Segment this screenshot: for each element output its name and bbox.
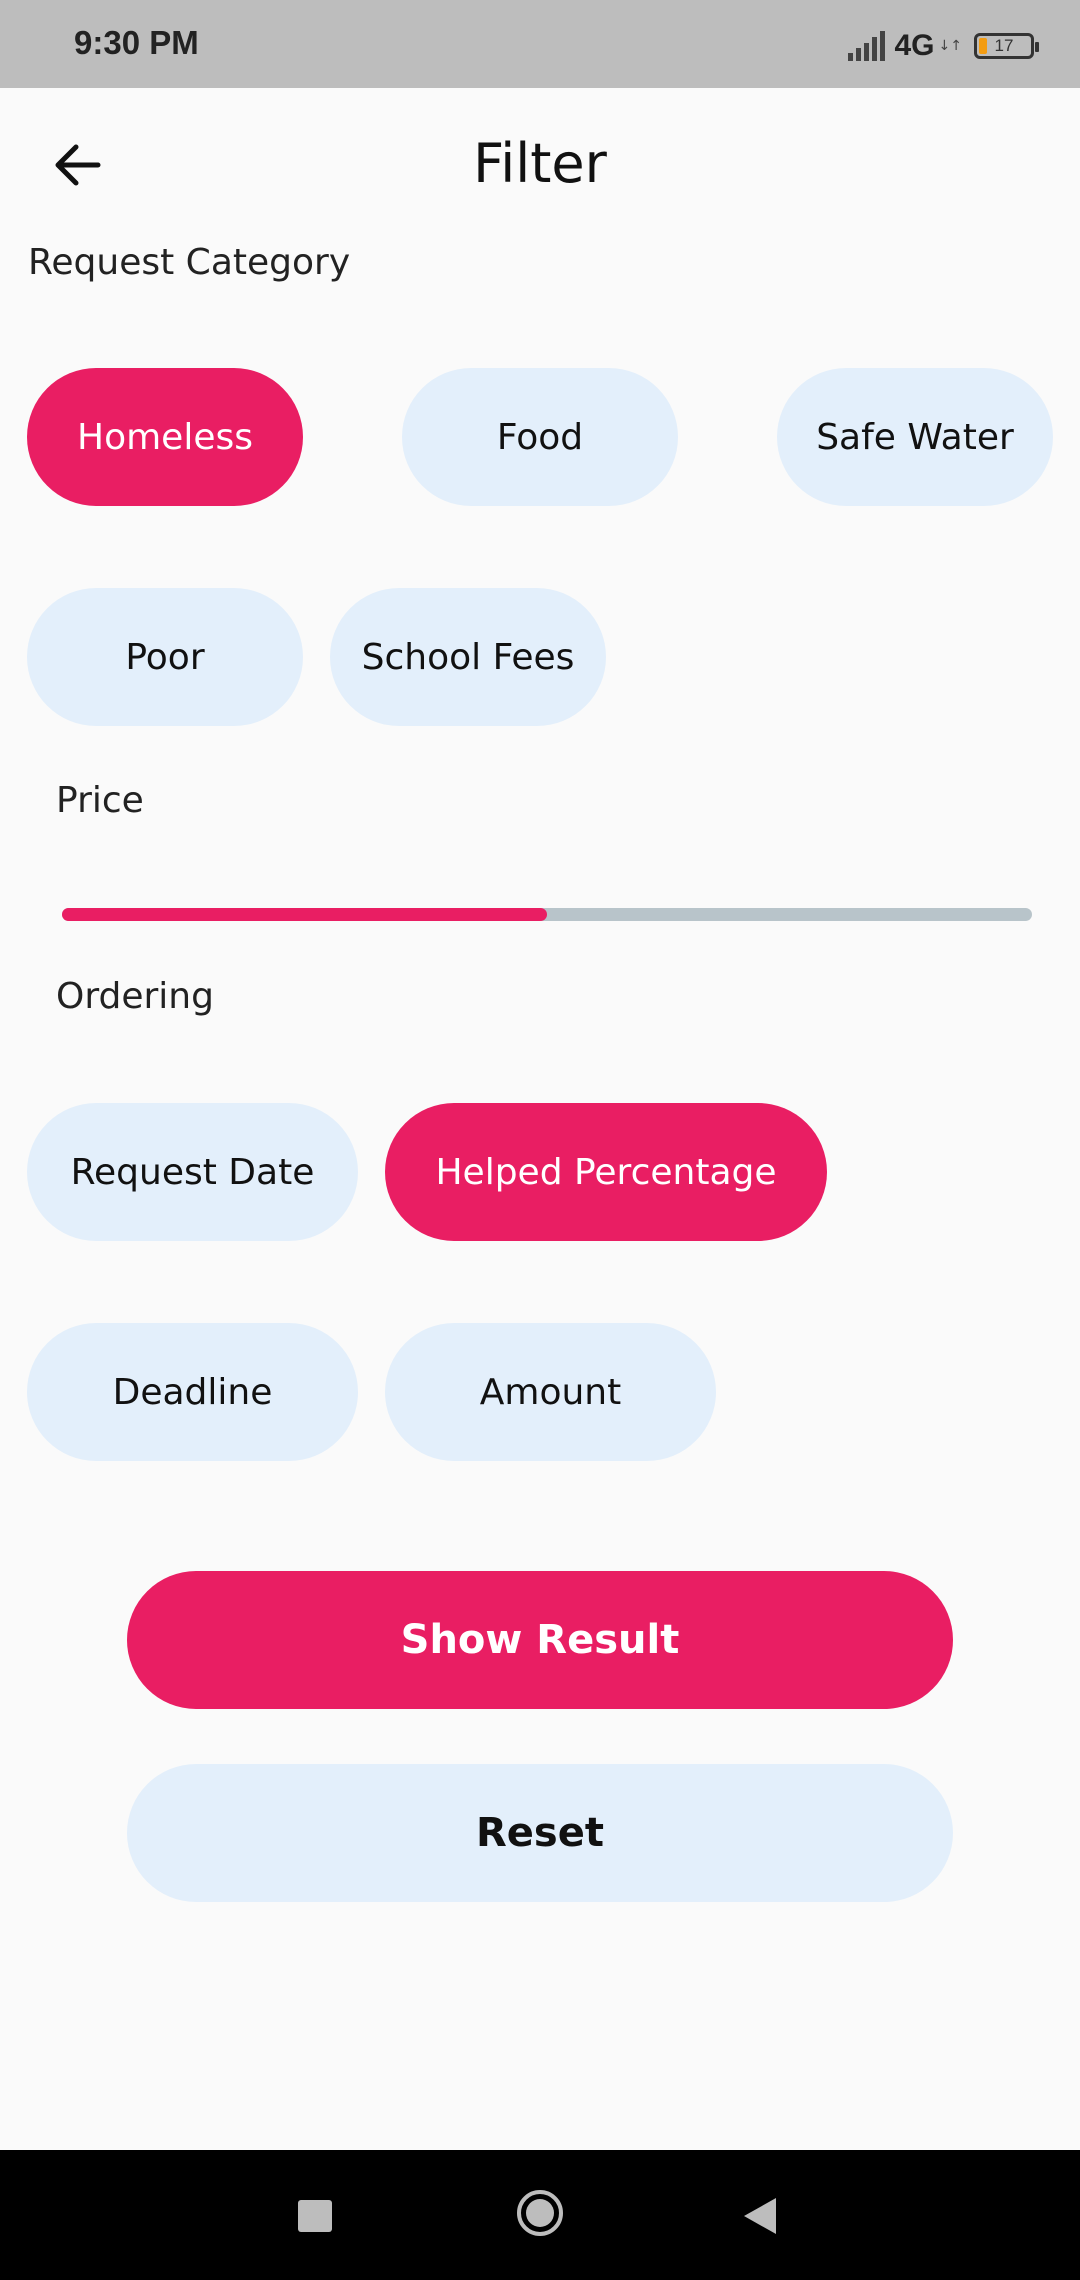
signal-icon <box>847 31 885 61</box>
page-title: Filter <box>473 132 607 195</box>
show-result-button[interactable]: Show Result <box>127 1571 953 1709</box>
recents-square-icon[interactable] <box>298 2200 332 2232</box>
chip-school-fees[interactable]: School Fees <box>330 588 606 726</box>
price-slider-fill <box>62 908 547 921</box>
ordering-label: Ordering <box>56 976 214 1017</box>
back-triangle-icon[interactable] <box>744 2198 776 2234</box>
chip-deadline[interactable]: Deadline <box>27 1323 358 1461</box>
price-slider[interactable] <box>62 908 1032 921</box>
chip-label: Deadline <box>112 1371 273 1413</box>
chip-label: Poor <box>125 636 205 678</box>
chip-homeless[interactable]: Homeless <box>27 368 303 506</box>
price-label: Price <box>56 780 144 821</box>
chip-label: Helped Percentage <box>435 1151 777 1193</box>
chip-label: School Fees <box>361 636 575 678</box>
chip-label: Request Date <box>70 1151 315 1193</box>
network-arrows-icon: ↓↑ <box>938 38 962 54</box>
battery-percent: 17 <box>994 36 1014 55</box>
chip-label: Safe Water <box>816 416 1014 458</box>
system-nav-bar <box>0 2150 1080 2280</box>
chip-amount[interactable]: Amount <box>385 1323 716 1461</box>
status-time: 9:30 PM <box>74 24 199 61</box>
home-circle-icon[interactable] <box>517 2190 563 2236</box>
network-type: 4G <box>894 29 935 62</box>
reset-button[interactable]: Reset <box>127 1764 953 1902</box>
battery-icon: 17 <box>974 33 1039 59</box>
chip-safe-water[interactable]: Safe Water <box>777 368 1053 506</box>
chip-label: Amount <box>479 1371 622 1413</box>
chip-poor[interactable]: Poor <box>27 588 303 726</box>
chip-request-date[interactable]: Request Date <box>27 1103 358 1241</box>
status-bar: 9:30 PM 4G ↓↑ 17 <box>0 0 1080 88</box>
chip-label: Food <box>496 416 584 458</box>
chip-food[interactable]: Food <box>402 368 678 506</box>
status-icons: 4G ↓↑ 17 <box>847 26 1039 66</box>
chip-label: Homeless <box>77 416 253 458</box>
request-category-label: Request Category <box>28 242 351 283</box>
chip-helped-percentage[interactable]: Helped Percentage <box>385 1103 827 1241</box>
